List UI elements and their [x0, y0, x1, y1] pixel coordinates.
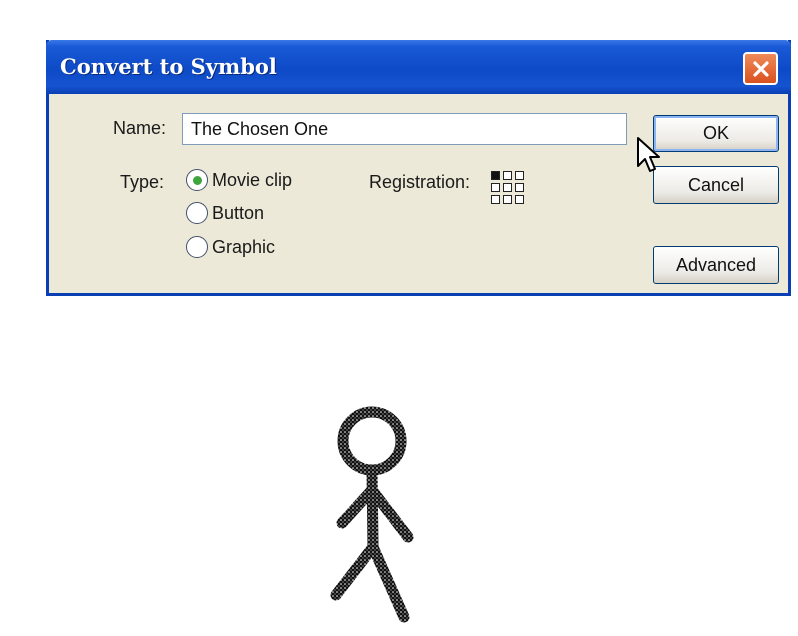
- dialog-body: Name: The Chosen One Type: Movie clip Bu…: [49, 94, 788, 293]
- name-input[interactable]: The Chosen One: [182, 113, 627, 145]
- radio-label-button: Button: [212, 202, 265, 223]
- close-button[interactable]: [743, 52, 778, 85]
- registration-point-top-right[interactable]: [515, 171, 524, 180]
- type-label: Type:: [120, 172, 165, 192]
- cancel-button[interactable]: Cancel: [653, 166, 779, 204]
- radio-label-movie-clip: Movie clip: [212, 169, 293, 190]
- advanced-button[interactable]: Advanced: [653, 246, 779, 284]
- stick-figure: [330, 406, 414, 623]
- registration-point-middle-right[interactable]: [515, 183, 524, 192]
- ok-button[interactable]: OK: [653, 115, 779, 152]
- registration-point-center[interactable]: [503, 183, 512, 192]
- name-label: Name:: [113, 118, 167, 138]
- registration-label: Registration:: [369, 172, 471, 192]
- radio-graphic[interactable]: Graphic: [186, 236, 275, 258]
- convert-to-symbol-dialog: Convert to Symbol Name: The Chosen One T…: [46, 40, 791, 296]
- registration-grid-icon[interactable]: [491, 171, 524, 204]
- stick-figure-head: [337, 406, 407, 476]
- registration-point-bottom-right[interactable]: [515, 195, 524, 204]
- radio-label-graphic: Graphic: [212, 236, 276, 257]
- radio-selected-icon[interactable]: [186, 169, 208, 191]
- radio-unselected-icon[interactable]: [186, 236, 208, 258]
- registration-point-top-center[interactable]: [503, 171, 512, 180]
- close-x-icon: [752, 60, 769, 77]
- dialog-title: Convert to Symbol: [60, 54, 277, 79]
- registration-point-bottom-left[interactable]: [491, 195, 500, 204]
- stick-figure-body: [366, 465, 379, 553]
- mouse-pointer-icon: [637, 137, 660, 172]
- registration-point-top-left[interactable]: [491, 171, 500, 180]
- stick-figure-leg-left: [330, 541, 379, 601]
- radio-button[interactable]: Button: [186, 202, 264, 224]
- registration-point-bottom-center[interactable]: [503, 195, 512, 204]
- radio-movie-clip[interactable]: Movie clip: [186, 169, 292, 191]
- stick-figure-leg-right: [367, 541, 410, 623]
- dialog-titlebar[interactable]: Convert to Symbol: [46, 40, 791, 94]
- radio-unselected-icon[interactable]: [186, 202, 208, 224]
- registration-point-middle-left[interactable]: [491, 183, 500, 192]
